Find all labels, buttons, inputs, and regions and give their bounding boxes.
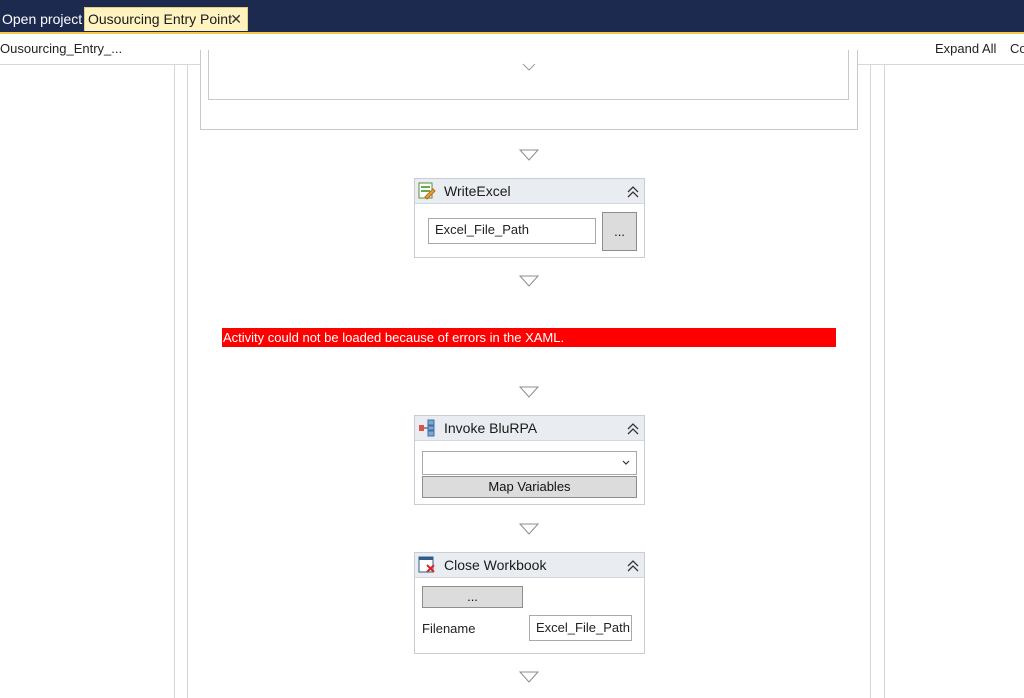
close-workbook-activity[interactable]: Close Workbook ... Filename Excel_File_P…	[414, 552, 645, 654]
map-variables-button[interactable]: Map Variables	[422, 476, 637, 498]
invoke-icon	[418, 419, 436, 437]
tab-active-label: Ousourcing Entry Point	[88, 11, 232, 27]
canvas-border-right	[884, 65, 885, 698]
invoke-blurpa-activity[interactable]: Invoke BluRPA Map Variables	[414, 415, 645, 505]
collapse-icon[interactable]	[626, 557, 640, 573]
collapse-icon[interactable]	[626, 183, 640, 199]
arrow-down-icon[interactable]	[519, 523, 539, 535]
tab-active-document[interactable]: Ousourcing Entry Point ✕	[84, 7, 248, 31]
write-excel-activity[interactable]: WriteExcel Excel_File_Path ...	[414, 178, 645, 258]
arrow-down-icon[interactable]	[519, 386, 539, 398]
activity-title: Invoke BluRPA	[444, 420, 538, 436]
filename-label: Filename	[422, 621, 476, 636]
canvas-border-left	[174, 65, 175, 698]
document-tab-bar: Open project Ousourcing Entry Point ✕	[0, 0, 1024, 34]
activity-header[interactable]: WriteExcel	[415, 179, 644, 204]
close-icon[interactable]: ✕	[230, 8, 242, 31]
activity-title: WriteExcel	[444, 183, 511, 199]
xaml-error-banner: Activity could not be loaded because of …	[222, 328, 836, 347]
collapse-all-button[interactable]: Collapse All	[1010, 41, 1024, 56]
write-excel-icon	[418, 182, 436, 200]
close-workbook-icon	[418, 556, 436, 574]
activity-title: Close Workbook	[444, 557, 547, 573]
excel-file-path-input[interactable]: Excel_File_Path	[428, 218, 596, 244]
arrow-down-icon[interactable]	[519, 671, 539, 683]
arrow-down-icon	[519, 63, 539, 75]
filename-input[interactable]: Excel_File_Path	[529, 615, 632, 641]
arrow-down-icon[interactable]	[519, 275, 539, 287]
expand-all-button[interactable]: Expand All	[935, 41, 996, 56]
sequence-border-left	[187, 65, 188, 698]
sequence-border-right	[870, 65, 871, 698]
tab-open-project[interactable]: Open project	[0, 8, 84, 30]
browse-button[interactable]: ...	[602, 212, 637, 251]
workbook-browse-button[interactable]: ...	[422, 586, 523, 608]
workflow-select[interactable]	[422, 451, 637, 475]
activity-header[interactable]: Close Workbook	[415, 553, 644, 578]
arrow-down-icon[interactable]	[519, 149, 539, 161]
activity-header[interactable]: Invoke BluRPA	[415, 416, 644, 441]
collapse-icon[interactable]	[626, 420, 640, 436]
breadcrumb[interactable]: Ousourcing_Entry_...	[0, 41, 122, 56]
inner-sequence-container[interactable]	[208, 50, 849, 100]
